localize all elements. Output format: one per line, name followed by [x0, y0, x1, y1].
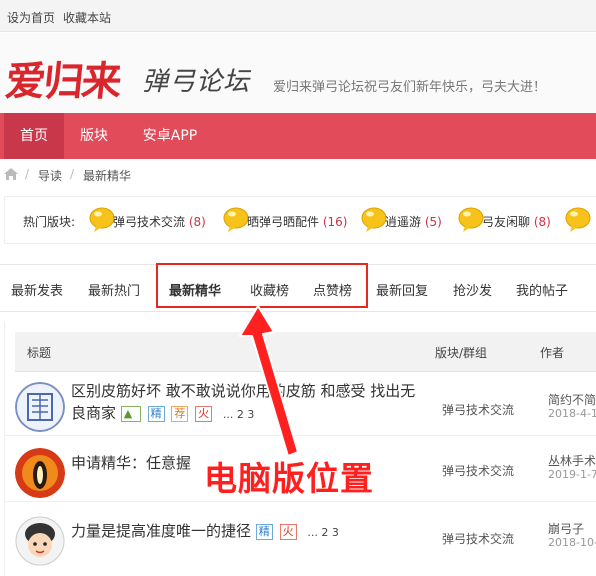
avatar[interactable] [15, 448, 65, 498]
hot-badge: 火 [195, 406, 213, 422]
hot-forum-count: (16) [322, 215, 348, 229]
page-links[interactable]: ... 2 3 [307, 526, 338, 539]
thread-title-text[interactable]: 力量是提高准度唯一的捷径 [71, 522, 251, 540]
recommend-badge: 荐 [171, 406, 189, 422]
tab-grab-sofa[interactable]: 抢沙发 [453, 280, 492, 299]
thread-date: 2018-10- [548, 536, 596, 549]
image-attachment-icon: ▲ [120, 406, 141, 422]
tab-latest-hot[interactable]: 最新热门 [88, 280, 140, 299]
thread-forum[interactable]: 弹弓技术交流 [442, 462, 514, 479]
bookmark-link[interactable]: 收藏本站 [63, 9, 111, 26]
tab-my-threads[interactable]: 我的帖子 [516, 280, 568, 299]
hot-forum-count: (8) [533, 215, 551, 229]
column-title: 标题 [27, 346, 52, 360]
home-icon[interactable] [4, 168, 18, 180]
breadcrumb-separator: / [25, 167, 30, 181]
column-author: 作者 [540, 346, 565, 360]
site-logo-subtitle: 弹弓论坛 [142, 67, 251, 97]
speech-bubble-icon [565, 207, 591, 232]
thread-author[interactable]: 简约不简 [548, 391, 596, 408]
avatar[interactable] [15, 516, 65, 566]
thread-title[interactable]: 力量是提高准度唯一的捷径 精 火 ... 2 3 [71, 520, 427, 544]
thread-date: 2019-1-7 [548, 468, 596, 481]
hot-forum-count: (8) [188, 215, 206, 229]
nav-forums[interactable]: 版块 [64, 113, 124, 159]
thread-forum[interactable]: 弹弓技术交流 [442, 401, 514, 418]
hot-forum-name: 弓友闲聊 [482, 215, 531, 229]
hot-forum-name: 弹弓技术交流 [113, 215, 186, 229]
hot-forum-name: 晒弹弓晒配件 [247, 215, 320, 229]
top-bar: 设为首页 收藏本站 [0, 0, 596, 32]
nav-home[interactable]: 首页 [4, 113, 64, 159]
breadcrumb-separator: / [70, 167, 75, 181]
site-logo[interactable]: 爱归来 [3, 49, 123, 107]
hot-badge: 火 [279, 524, 297, 540]
thread-forum[interactable]: 弹弓技术交流 [442, 530, 514, 547]
site-slogan: 爱归来弹弓论坛祝弓友们新年快乐，弓夫大进！ [273, 80, 547, 95]
thread-author[interactable]: 崩弓子 [548, 520, 584, 537]
nav-android-app[interactable]: 安卓APP [128, 113, 212, 159]
thread-title-text[interactable]: 申请精华：任意握 [71, 454, 191, 472]
table-row[interactable]: 力量是提高准度唯一的捷径 精 火 ... 2 3 弹弓技术交流 崩弓子 2018… [5, 508, 596, 570]
tab-latest-posts[interactable]: 最新发表 [11, 280, 63, 299]
avatar[interactable] [15, 382, 65, 432]
annotation-highlight-box [156, 263, 368, 308]
column-forum: 版块/群组 [435, 346, 488, 360]
breadcrumb-current[interactable]: 最新精华 [83, 167, 131, 184]
digest-badge: 精 [147, 406, 165, 422]
thread-date: 2018-4-1 [548, 407, 596, 420]
annotation-arrow-icon [239, 306, 299, 457]
thread-author[interactable]: 丛林手术 [548, 452, 596, 469]
breadcrumb-guide[interactable]: 导读 [38, 167, 62, 184]
hot-forums-label: 热门版块: [23, 215, 76, 229]
tab-latest-replies[interactable]: 最新回复 [376, 280, 428, 299]
main-nav: 首页 版块 安卓APP [0, 113, 596, 159]
set-homepage-link[interactable]: 设为首页 [7, 9, 55, 26]
site-header: 爱归来 弹弓论坛 爱归来弹弓论坛祝弓友们新年快乐，弓夫大进！ [0, 33, 596, 113]
hot-forum-count: (5) [424, 215, 442, 229]
digest-badge: 精 [255, 524, 273, 540]
annotation-label: 电脑版位置 [204, 459, 374, 498]
hot-forum-name: 逍遥游 [385, 215, 422, 229]
breadcrumb: / 导读 / 最新精华 [0, 160, 596, 190]
hot-forums-bar: 热门版块: 弹弓技术交流 (8) 晒弹弓晒配件 (16) 逍遥游 (5) 弓友闲… [4, 196, 596, 244]
